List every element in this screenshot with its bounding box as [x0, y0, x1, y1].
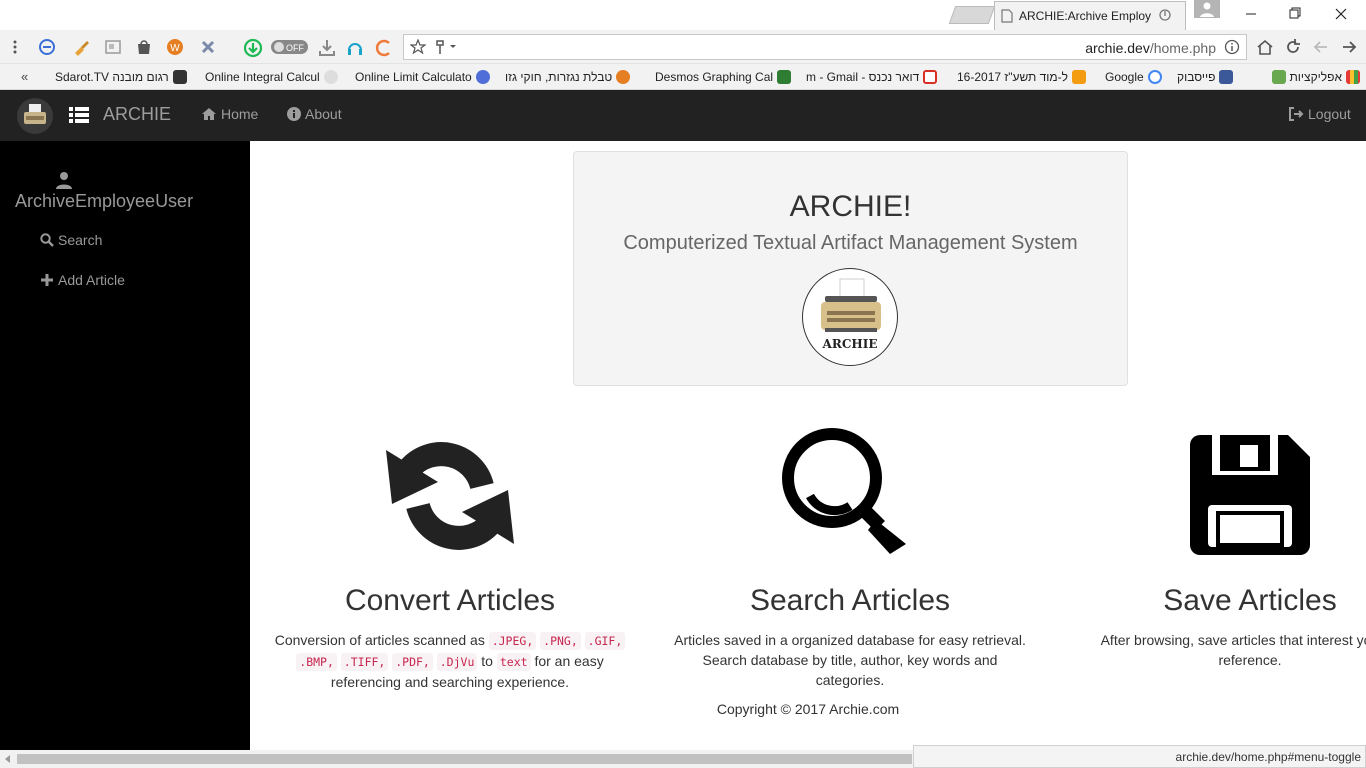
- logout-icon: [1289, 107, 1304, 121]
- extension-shop-icon[interactable]: [135, 38, 153, 56]
- browser-toolbar: W OFF archie.dev/home.php: [0, 30, 1366, 64]
- bookmarks-bar: « Sdarot.TV רגום מובנה Online Integral C…: [0, 64, 1366, 90]
- address-bar[interactable]: archie.dev/home.php: [403, 34, 1247, 60]
- menu-toggle-icon[interactable]: [69, 106, 89, 124]
- menu-dots-icon[interactable]: [10, 38, 20, 56]
- bookmark-apps[interactable]: אפליקציות: [1250, 68, 1360, 86]
- bookmark-facebook[interactable]: פייסבוק: [1177, 68, 1239, 86]
- limit-icon: [475, 70, 490, 84]
- svg-text:OFF: OFF: [286, 43, 304, 53]
- sidebar: ArchiveEmployeeUser Search Add Article: [0, 141, 250, 750]
- convert-description: Conversion of articles scanned as .JPEG,…: [270, 630, 630, 692]
- moodle-icon: [1072, 70, 1087, 84]
- home-icon[interactable]: [1256, 38, 1274, 56]
- scrollbar-thumb[interactable]: [17, 754, 912, 764]
- floppy-disk-icon: [1190, 435, 1310, 555]
- jumbotron: ARCHIE! Computerized Textual Artifact Ma…: [573, 151, 1128, 386]
- headphones-icon[interactable]: [345, 38, 365, 58]
- save-page-icon[interactable]: [317, 38, 337, 58]
- minimize-button[interactable]: [1228, 4, 1274, 24]
- nav-home-link[interactable]: Home: [201, 106, 258, 122]
- save-title: Save Articles: [1163, 584, 1337, 617]
- tv-icon: [172, 70, 187, 84]
- bookmark-sdarot[interactable]: Sdarot.TV רגום מובנה: [55, 68, 195, 86]
- extension-download-icon[interactable]: [243, 38, 263, 58]
- extension-puzzle-icon[interactable]: [199, 38, 217, 56]
- user-icon: [55, 171, 73, 189]
- plus-icon: [41, 274, 53, 286]
- page-title: ARCHIE!: [789, 190, 912, 223]
- nav-logout-link[interactable]: Logout: [1288, 106, 1351, 122]
- browser-tab-active[interactable]: ARCHIE:Archive Employe: [994, 1, 1186, 30]
- gmail-icon: [923, 70, 938, 84]
- page-subtitle: Computerized Textual Artifact Management…: [623, 232, 1078, 254]
- browser-titlebar: ARCHIE:Archive Employe: [0, 0, 1366, 30]
- nav-about-link[interactable]: About: [287, 106, 342, 122]
- apps-icon: [1346, 70, 1360, 84]
- svg-text:W: W: [170, 43, 180, 54]
- forward-arrow-icon[interactable]: [1312, 38, 1330, 56]
- bookmark-integral[interactable]: Online Integral Calcul: [205, 68, 343, 86]
- status-bar: archie.dev/home.php#menu-toggle: [913, 745, 1366, 768]
- brand-link[interactable]: ARCHIE: [103, 104, 171, 125]
- search-title: Search Articles: [749, 584, 951, 617]
- restore-button[interactable]: [1272, 4, 1318, 24]
- info-icon: [287, 107, 301, 121]
- bookmark-google[interactable]: Google: [1105, 68, 1167, 86]
- page-info-icon[interactable]: [1224, 39, 1240, 55]
- android-icon: [1271, 70, 1286, 84]
- archie-typewriter-logo: ARCHIE: [802, 268, 898, 366]
- new-tab-button[interactable]: [948, 6, 996, 24]
- bookmark-derivatives[interactable]: טבלת נגזרות, חוקי גזו: [505, 68, 645, 86]
- extension-w-icon[interactable]: W: [166, 38, 184, 56]
- bookmark-gmail[interactable]: m - Gmail - דואר נכנס: [806, 68, 944, 86]
- extension-window-icon[interactable]: [104, 38, 122, 56]
- url-text: archie.dev/home.php: [1085, 40, 1216, 56]
- bookmark-star-icon[interactable]: [410, 39, 426, 55]
- profile-button[interactable]: [1194, 0, 1220, 18]
- back-arrow-icon[interactable]: [1340, 38, 1358, 56]
- reload-icon[interactable]: [1284, 38, 1302, 56]
- bookmark-moodle[interactable]: 16-2017 ל-מוד תשע"ז: [957, 68, 1095, 86]
- document-icon: [1001, 9, 1013, 23]
- hand-icon: [616, 70, 631, 84]
- google-icon: [1147, 70, 1162, 84]
- magnifier-icon: [780, 426, 910, 556]
- bookmark-desmos[interactable]: Desmos Graphing Cal: [655, 68, 795, 86]
- convert-title: Convert Articles: [344, 584, 556, 617]
- tab-mute-icon[interactable]: [1158, 8, 1172, 22]
- typewriter-icon: [821, 278, 881, 332]
- refresh-icon: [382, 424, 518, 569]
- site-info-icon[interactable]: [432, 39, 456, 55]
- save-description: After browsing, save articles that inter…: [1100, 632, 1366, 668]
- sidebar-username: ArchiveEmployeeUser: [15, 191, 194, 211]
- sidebar-item-search[interactable]: Search: [40, 232, 102, 248]
- search-description: Articles saved in a organized database f…: [674, 632, 1026, 688]
- scroll-left-icon[interactable]: [3, 754, 11, 764]
- close-window-button[interactable]: [1318, 4, 1364, 24]
- bookmark-limit[interactable]: Online Limit Calculato: [355, 68, 493, 86]
- site-navbar: ARCHIE Home About Logout: [0, 90, 1366, 141]
- desmos-icon: [777, 70, 792, 84]
- tab-title: ARCHIE:Archive Employe: [1019, 9, 1151, 23]
- facebook-icon: [1219, 70, 1234, 84]
- home-icon: [202, 108, 216, 120]
- footer-copyright: Copyright © 2017 Archie.com: [716, 701, 900, 717]
- wolfram-icon: [323, 70, 338, 84]
- bookmarks-overflow-icon[interactable]: «: [21, 69, 28, 84]
- sidebar-item-add-article[interactable]: Add Article: [40, 272, 125, 288]
- archie-logo[interactable]: [17, 98, 53, 134]
- search-icon: [40, 233, 54, 247]
- toggle-off-icon[interactable]: OFF: [270, 38, 310, 56]
- extension-c-icon[interactable]: [374, 38, 394, 58]
- extension-sync-icon[interactable]: [38, 38, 56, 56]
- extension-brush-icon[interactable]: [72, 38, 90, 56]
